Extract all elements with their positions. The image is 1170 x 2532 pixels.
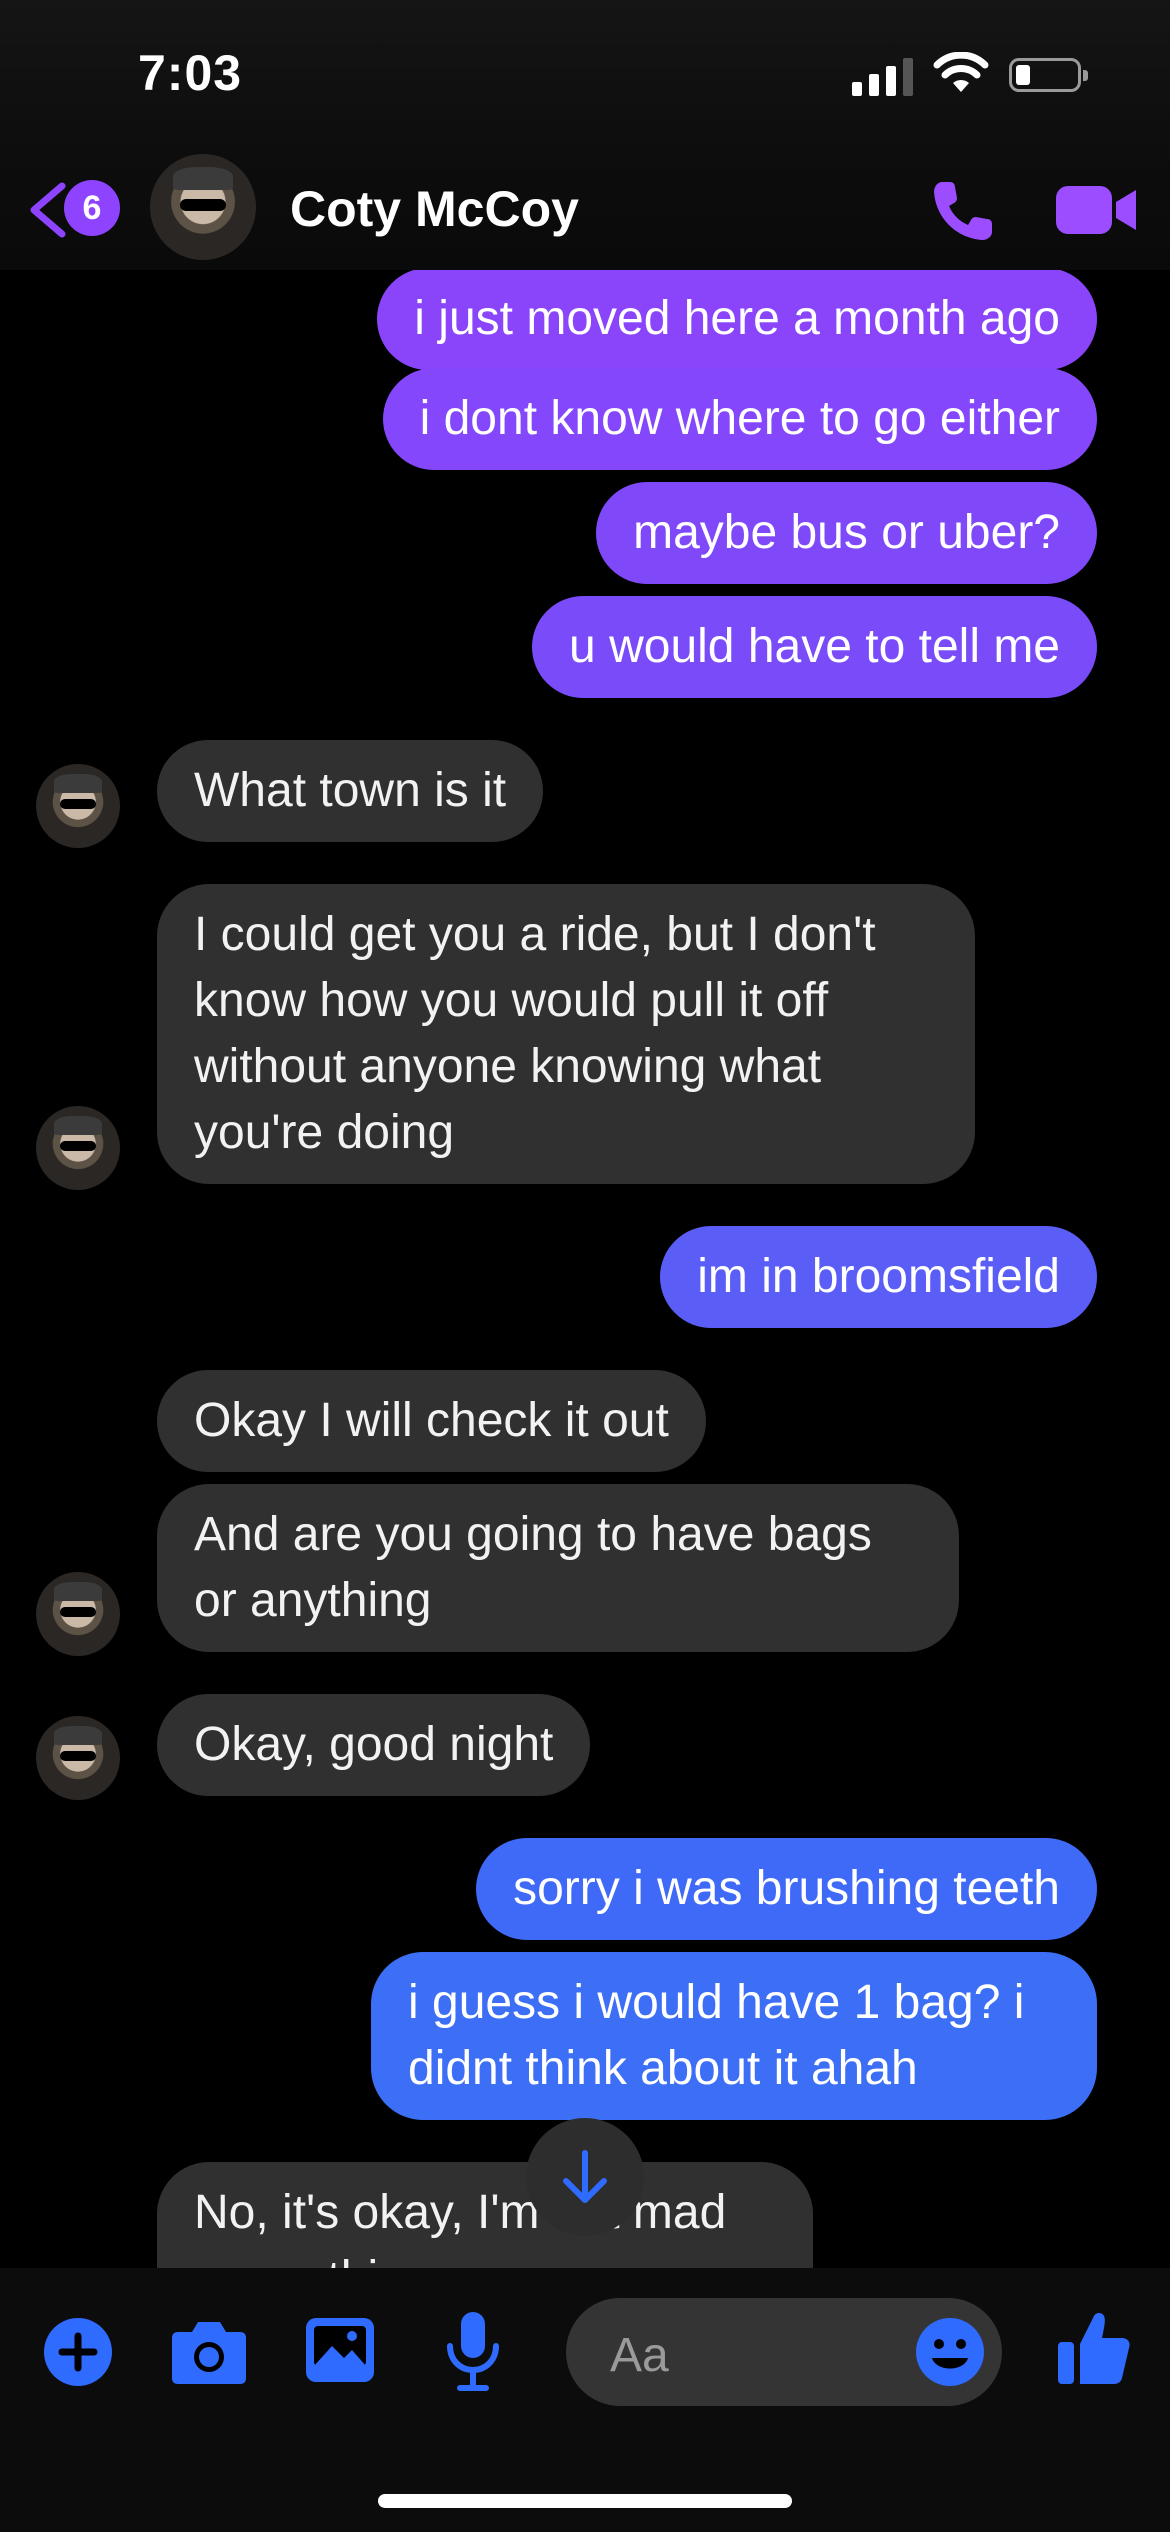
outgoing-message[interactable]: i dont know where to go either (382, 368, 1097, 470)
outgoing-message[interactable]: sorry i was brushing teeth (476, 1838, 1097, 1940)
video-camera-icon[interactable] (1054, 180, 1140, 240)
outgoing-message[interactable]: i guess i would have 1 bag? i didnt thin… (371, 1952, 1097, 2120)
composer-bar: Aa (0, 2268, 1170, 2532)
status-time: 7:03 (138, 45, 243, 101)
thumbs-up-icon[interactable] (1056, 2308, 1132, 2388)
emoji-icon[interactable] (914, 2316, 986, 2388)
message-thread[interactable]: i just moved here a month ago i dont kno… (0, 270, 1170, 2268)
contact-name[interactable]: Coty McCoy (290, 180, 579, 238)
sender-avatar[interactable] (36, 1106, 120, 1190)
conversation-header: 6 Coty McCoy (0, 150, 1170, 270)
scroll-to-bottom-button[interactable] (526, 2118, 644, 2236)
phone-icon[interactable] (928, 174, 1000, 246)
outgoing-message[interactable]: i just moved here a month ago (377, 270, 1097, 370)
wifi-icon (933, 52, 989, 92)
incoming-message[interactable]: Okay I will check it out (157, 1370, 706, 1472)
unread-count-badge[interactable]: 6 (64, 180, 120, 236)
outgoing-message[interactable]: maybe bus or uber? (596, 482, 1097, 584)
incoming-message[interactable]: Okay, good night (157, 1694, 591, 1796)
message-input-placeholder: Aa (610, 2329, 669, 2382)
sender-avatar[interactable] (36, 1716, 120, 1800)
arrow-down-icon (563, 2150, 607, 2203)
message-input[interactable]: Aa (566, 2298, 1002, 2406)
battery-icon (1009, 58, 1088, 92)
incoming-message[interactable]: No, it's okay, I'm not mad or anything (157, 2162, 813, 2268)
cellular-signal-icon (852, 58, 913, 96)
plus-icon[interactable] (42, 2316, 114, 2388)
incoming-message[interactable]: And are you going to have bags or anythi… (157, 1484, 959, 1652)
outgoing-message[interactable]: u would have to tell me (532, 596, 1097, 698)
camera-icon[interactable] (170, 2316, 248, 2386)
sender-avatar[interactable] (36, 764, 120, 848)
contact-avatar[interactable] (150, 154, 256, 260)
status-bar: 7:03 (0, 0, 1170, 150)
outgoing-message[interactable]: im in broomsfield (660, 1226, 1097, 1328)
photo-icon[interactable] (304, 2314, 376, 2386)
microphone-icon[interactable] (444, 2310, 502, 2392)
incoming-message[interactable]: What town is it (157, 740, 544, 842)
incoming-message[interactable]: I could get you a ride, but I don't know… (157, 884, 975, 1184)
sender-avatar[interactable] (36, 1572, 120, 1656)
home-indicator[interactable] (378, 2494, 792, 2508)
